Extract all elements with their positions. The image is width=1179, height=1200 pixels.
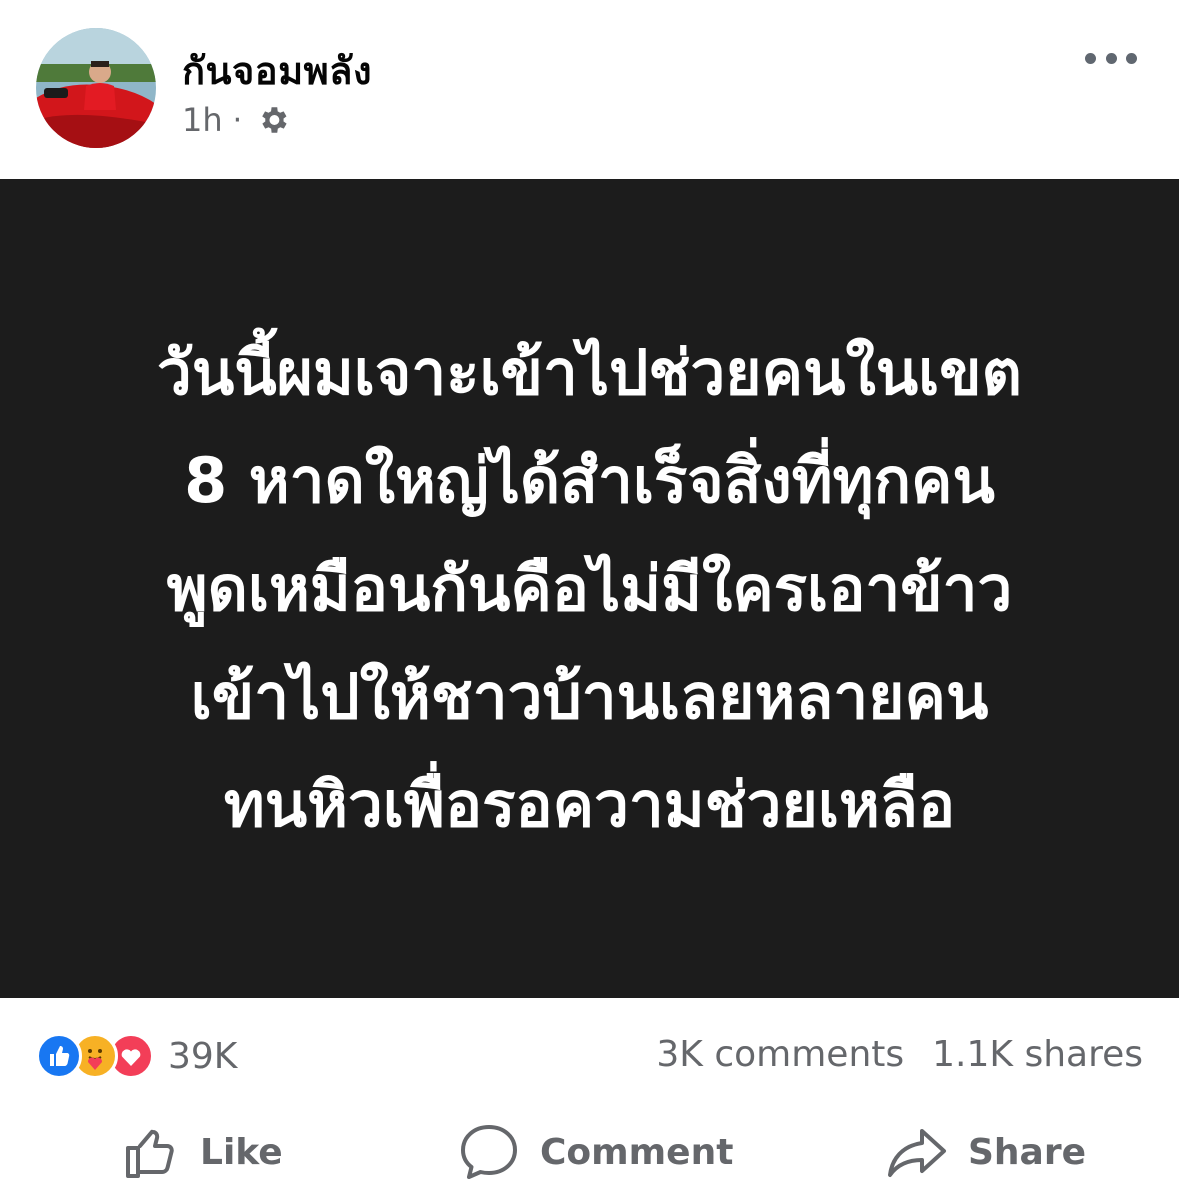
share-button[interactable]: Share [886,1120,1086,1184]
more-dot [1085,52,1096,64]
post-image[interactable]: วันนี้ผมเจาะเข้าไปช่วยคนในเขต 8 หาดใหญ่ไ… [0,179,1179,998]
comment-label: Comment [540,1131,734,1173]
share-label: Share [968,1131,1087,1173]
image-text-line: พูดเหมือนกันคือไม่มีใครเอาข้าว [166,551,1013,625]
more-dot [1126,52,1137,64]
like-button[interactable]: Like [120,1120,283,1184]
shares-count[interactable]: 1.1K shares [932,1034,1143,1075]
image-text-line: ทนหิวเพื่อรอความช่วยเหลือ [223,767,956,841]
author-avatar[interactable] [36,28,156,148]
like-reaction-icon [36,1033,82,1079]
gear-icon[interactable] [256,103,290,137]
post-timestamp[interactable]: 1h [182,101,223,139]
reaction-summary[interactable]: 39K [36,1032,237,1080]
more-dot [1105,52,1117,64]
more-options-icon[interactable] [1085,46,1137,70]
comments-count[interactable]: 3K comments [656,1034,904,1075]
action-bar: Like Comment Share [0,1108,1179,1200]
comment-button[interactable]: Comment [458,1120,733,1184]
meta-separator: · [232,102,243,138]
image-text-line: 8 หาดใหญ่ได้สำเร็จสิ่งที่ทุกคน [184,443,995,517]
like-label: Like [200,1131,283,1173]
post-stats: 39K 3K comments 1.1K shares [0,1020,1179,1094]
thumbs-up-icon [126,1129,174,1178]
share-arrow-icon [888,1129,946,1177]
post-meta: 1h · [182,100,290,140]
post-header: กันจอมพลัง 1h · [0,0,1179,178]
image-text-line: เข้าไปให้ชาวบ้านเลยหลายคน [190,659,989,733]
post-image-text: วันนี้ผมเจาะเข้าไปช่วยคนในเขต 8 หาดใหญ่ไ… [40,319,1140,859]
comment-icon [461,1125,517,1179]
reaction-count: 39K [168,1035,238,1077]
author-name[interactable]: กันจอมพลัง [182,40,372,101]
image-text-line: วันนี้ผมเจาะเข้าไปช่วยคนในเขต [157,335,1022,409]
engagement-counts: 3K comments 1.1K shares [656,1034,1143,1075]
